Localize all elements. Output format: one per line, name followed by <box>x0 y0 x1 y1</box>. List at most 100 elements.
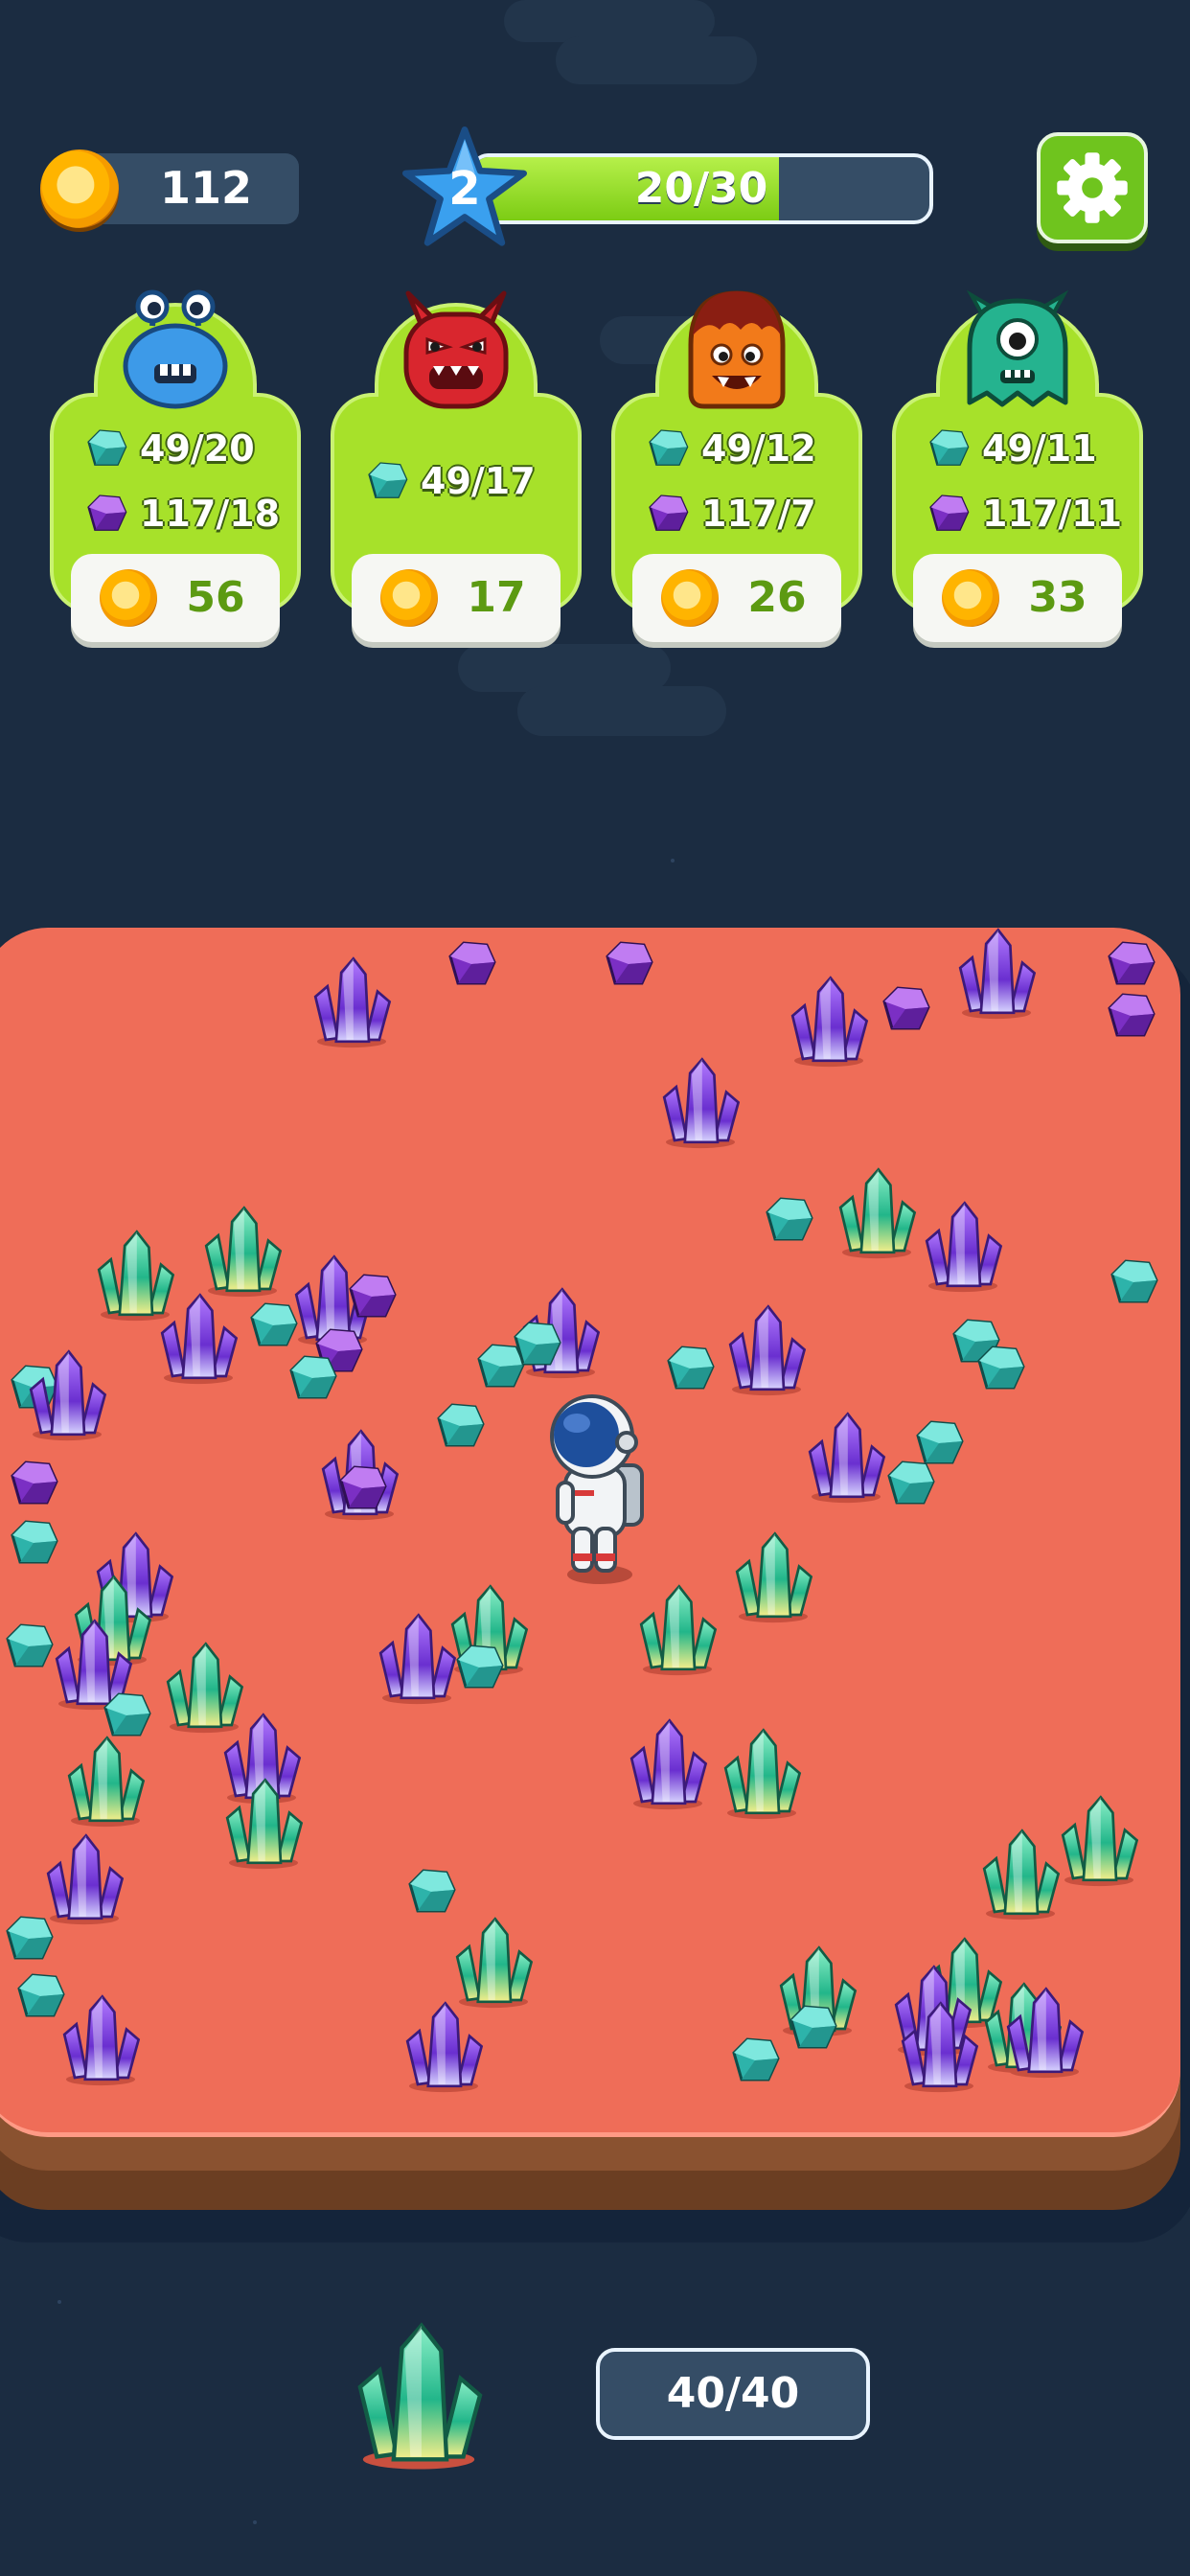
red-horned-monster-icon <box>403 290 509 409</box>
teal-gem-icon[interactable] <box>244 1299 302 1352</box>
coin-icon <box>100 569 157 627</box>
teal-gem-icon[interactable] <box>0 1620 57 1673</box>
purple-gem-icon[interactable] <box>5 1457 62 1510</box>
green-crystal-icon[interactable] <box>730 1529 816 1623</box>
purple-crystal-icon[interactable] <box>400 1998 487 2093</box>
purple-crystal-icon[interactable] <box>309 954 395 1048</box>
purple-crystal-icon[interactable] <box>24 1346 110 1441</box>
coin-icon <box>942 569 999 627</box>
teal-gem-icon <box>644 426 692 472</box>
green-crystal-icon[interactable] <box>220 1775 307 1870</box>
purple-crystal-icon[interactable] <box>374 1610 460 1705</box>
requirement-value: 117/7 <box>701 493 816 535</box>
reward-value: 56 <box>186 573 245 622</box>
green-crystal-icon[interactable] <box>62 1733 149 1828</box>
coin-icon <box>661 569 719 627</box>
purple-gem-icon[interactable] <box>1102 989 1159 1043</box>
teal-gem-icon[interactable] <box>881 1457 939 1510</box>
requirement-value: 117/18 <box>140 493 281 535</box>
purple-crystal-icon[interactable] <box>625 1715 711 1810</box>
order-card-green-monster[interactable]: 49/11 117/11 33 <box>892 288 1143 642</box>
teal-gem-icon[interactable] <box>431 1399 489 1453</box>
purple-crystal-icon[interactable] <box>155 1290 241 1385</box>
reward-value: 17 <box>467 573 526 622</box>
requirement-teal-gem: 49/20 <box>82 422 284 475</box>
green-crystal-icon <box>347 2317 491 2471</box>
purple-crystal-icon[interactable] <box>803 1409 889 1504</box>
green-crystal-icon[interactable] <box>834 1164 920 1259</box>
teal-gem-icon[interactable] <box>284 1351 341 1405</box>
purple-gem-icon[interactable] <box>1102 937 1159 991</box>
teal-gem-icon[interactable] <box>784 2001 841 2055</box>
requirement-value: 117/11 <box>982 493 1123 535</box>
purple-gem-icon <box>82 491 130 537</box>
green-crystal-icon[interactable] <box>1056 1792 1142 1887</box>
gear-icon <box>1057 152 1128 223</box>
requirement-teal-gem: 49/12 <box>644 422 845 475</box>
green-crystal-icon[interactable] <box>634 1581 721 1676</box>
purple-gem-icon[interactable] <box>877 982 934 1036</box>
purple-gem-icon[interactable] <box>600 937 657 991</box>
teal-gem-icon[interactable] <box>760 1193 817 1247</box>
requirement-purple-gem: 117/11 <box>925 487 1126 540</box>
astronaut-player <box>550 1394 644 1584</box>
order-card-blue-monster[interactable]: 49/20 117/18 56 <box>50 288 301 642</box>
teal-gem-icon[interactable] <box>0 1912 57 1966</box>
green-crystal-icon[interactable] <box>719 1725 805 1820</box>
background-star <box>671 859 675 862</box>
order-card-red-monster[interactable]: 49/17 17 <box>331 288 582 642</box>
purple-crystal-icon[interactable] <box>1001 1984 1087 2079</box>
requirement-teal-gem: 49/17 <box>363 454 564 508</box>
teal-gem-icon <box>82 426 130 472</box>
reward-badge: 56 <box>71 554 280 642</box>
purple-crystal-icon[interactable] <box>723 1301 810 1396</box>
blue-blob-monster-icon <box>123 289 228 409</box>
teal-gem-icon[interactable] <box>661 1342 719 1395</box>
teal-gem-icon[interactable] <box>972 1342 1029 1395</box>
purple-crystal-icon[interactable] <box>953 925 1040 1020</box>
reward-badge: 33 <box>913 554 1122 642</box>
background-cloud <box>556 36 757 84</box>
teal-gem-icon[interactable] <box>1105 1255 1162 1309</box>
background-star <box>57 2300 61 2304</box>
purple-gem-icon[interactable] <box>343 1270 400 1323</box>
purple-crystal-icon[interactable] <box>657 1054 744 1149</box>
teal-gem-icon <box>363 458 411 504</box>
requirement-teal-gem: 49/11 <box>925 422 1126 475</box>
green-crystal-icon[interactable] <box>199 1203 286 1298</box>
xp-progress-text: 20/30 <box>634 164 768 213</box>
teal-gem-icon[interactable] <box>508 1318 565 1371</box>
requirement-purple-gem: 117/7 <box>644 487 845 540</box>
reward-value: 33 <box>1028 573 1087 622</box>
orange-lava-monster-icon <box>688 290 786 409</box>
requirement-value: 49/20 <box>140 427 255 470</box>
teal-gem-icon[interactable] <box>402 1865 460 1919</box>
teal-gem-icon[interactable] <box>5 1516 62 1570</box>
purple-crystal-icon[interactable] <box>57 1991 144 2086</box>
background-cloud <box>517 686 726 736</box>
teal-gem-icon[interactable] <box>726 2034 784 2087</box>
green-crystal-icon[interactable] <box>450 1914 537 2009</box>
order-card-orange-monster[interactable]: 49/12 117/7 26 <box>611 288 862 642</box>
green-crystal-icon[interactable] <box>977 1826 1064 1920</box>
coin-count: 112 <box>159 162 253 214</box>
purple-crystal-icon[interactable] <box>786 973 872 1068</box>
teal-gem-icon[interactable] <box>450 1641 508 1694</box>
requirement-value: 49/11 <box>982 427 1097 470</box>
purple-crystal-icon[interactable] <box>920 1198 1006 1293</box>
green-cyclops-monster-icon <box>966 289 1069 407</box>
background-cloud <box>458 644 671 692</box>
teal-gem-icon <box>925 426 973 472</box>
purple-gem-icon[interactable] <box>443 937 500 991</box>
reward-badge: 26 <box>632 554 841 642</box>
coin-icon <box>380 569 438 627</box>
purple-gem-icon[interactable] <box>333 1461 391 1515</box>
settings-button[interactable] <box>1037 132 1148 243</box>
requirement-value: 49/17 <box>421 460 536 502</box>
purple-gem-icon <box>644 491 692 537</box>
purple-crystal-icon[interactable] <box>896 1998 982 2093</box>
coin-icon <box>40 150 119 228</box>
reward-badge: 17 <box>352 554 561 642</box>
inventory-capacity: 40/40 <box>596 2348 870 2440</box>
reward-value: 26 <box>747 573 807 622</box>
